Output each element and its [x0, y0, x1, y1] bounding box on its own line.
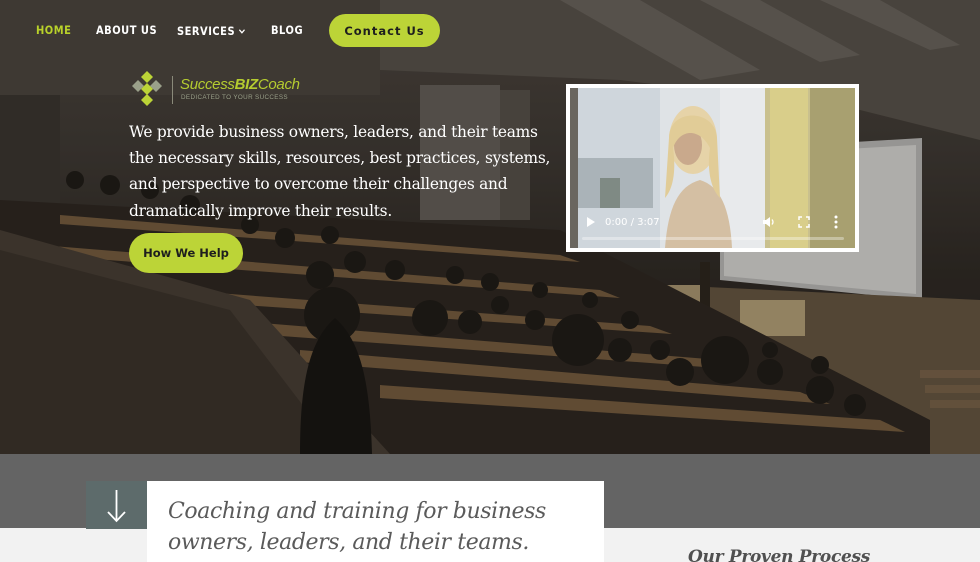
nav-about-us-link[interactable]: ABOUT US: [96, 23, 157, 37]
brand-logo[interactable]: SuccessBIZCoach DEDICATED TO YOUR SUCCES…: [128, 70, 328, 108]
video-progress-bar[interactable]: [582, 237, 844, 240]
nav-services-label: SERVICES: [177, 24, 236, 38]
play-icon[interactable]: [586, 216, 596, 228]
video-frame[interactable]: 0:00 / 3:07: [570, 88, 855, 248]
nav-blog-link[interactable]: BLOG: [271, 23, 303, 37]
brand-name: SuccessBIZCoach: [180, 76, 300, 93]
hero-description: We provide business owners, leaders, and…: [129, 123, 551, 220]
more-options-icon[interactable]: [834, 215, 838, 229]
nav-home-link[interactable]: HOME: [36, 23, 71, 37]
logo-diamond-icon: [132, 71, 162, 106]
contact-us-button[interactable]: Contact Us: [329, 14, 440, 47]
volume-icon[interactable]: [762, 216, 776, 228]
brand-tagline: DEDICATED TO YOUR SUCCESS: [181, 94, 288, 101]
video-controls: 0:00 / 3:07: [570, 208, 855, 248]
logo-divider: [172, 76, 173, 104]
arrow-down-icon: [107, 490, 126, 523]
proven-process-heading: Our Proven Process: [688, 547, 871, 562]
scroll-down-box[interactable]: [86, 481, 147, 529]
how-we-help-button[interactable]: How We Help: [129, 233, 243, 273]
main-nav: HOME ABOUT US SERVICES BLOG Contact Us: [0, 0, 980, 60]
chevron-down-icon: [238, 23, 245, 37]
fullscreen-icon[interactable]: [798, 216, 810, 228]
video-time: 0:00 / 3:07: [605, 217, 660, 228]
nav-services-link[interactable]: SERVICES: [177, 23, 245, 38]
tagline-text: Coaching and training for business owner…: [168, 499, 546, 555]
video-player[interactable]: 0:00 / 3:07: [566, 84, 859, 252]
